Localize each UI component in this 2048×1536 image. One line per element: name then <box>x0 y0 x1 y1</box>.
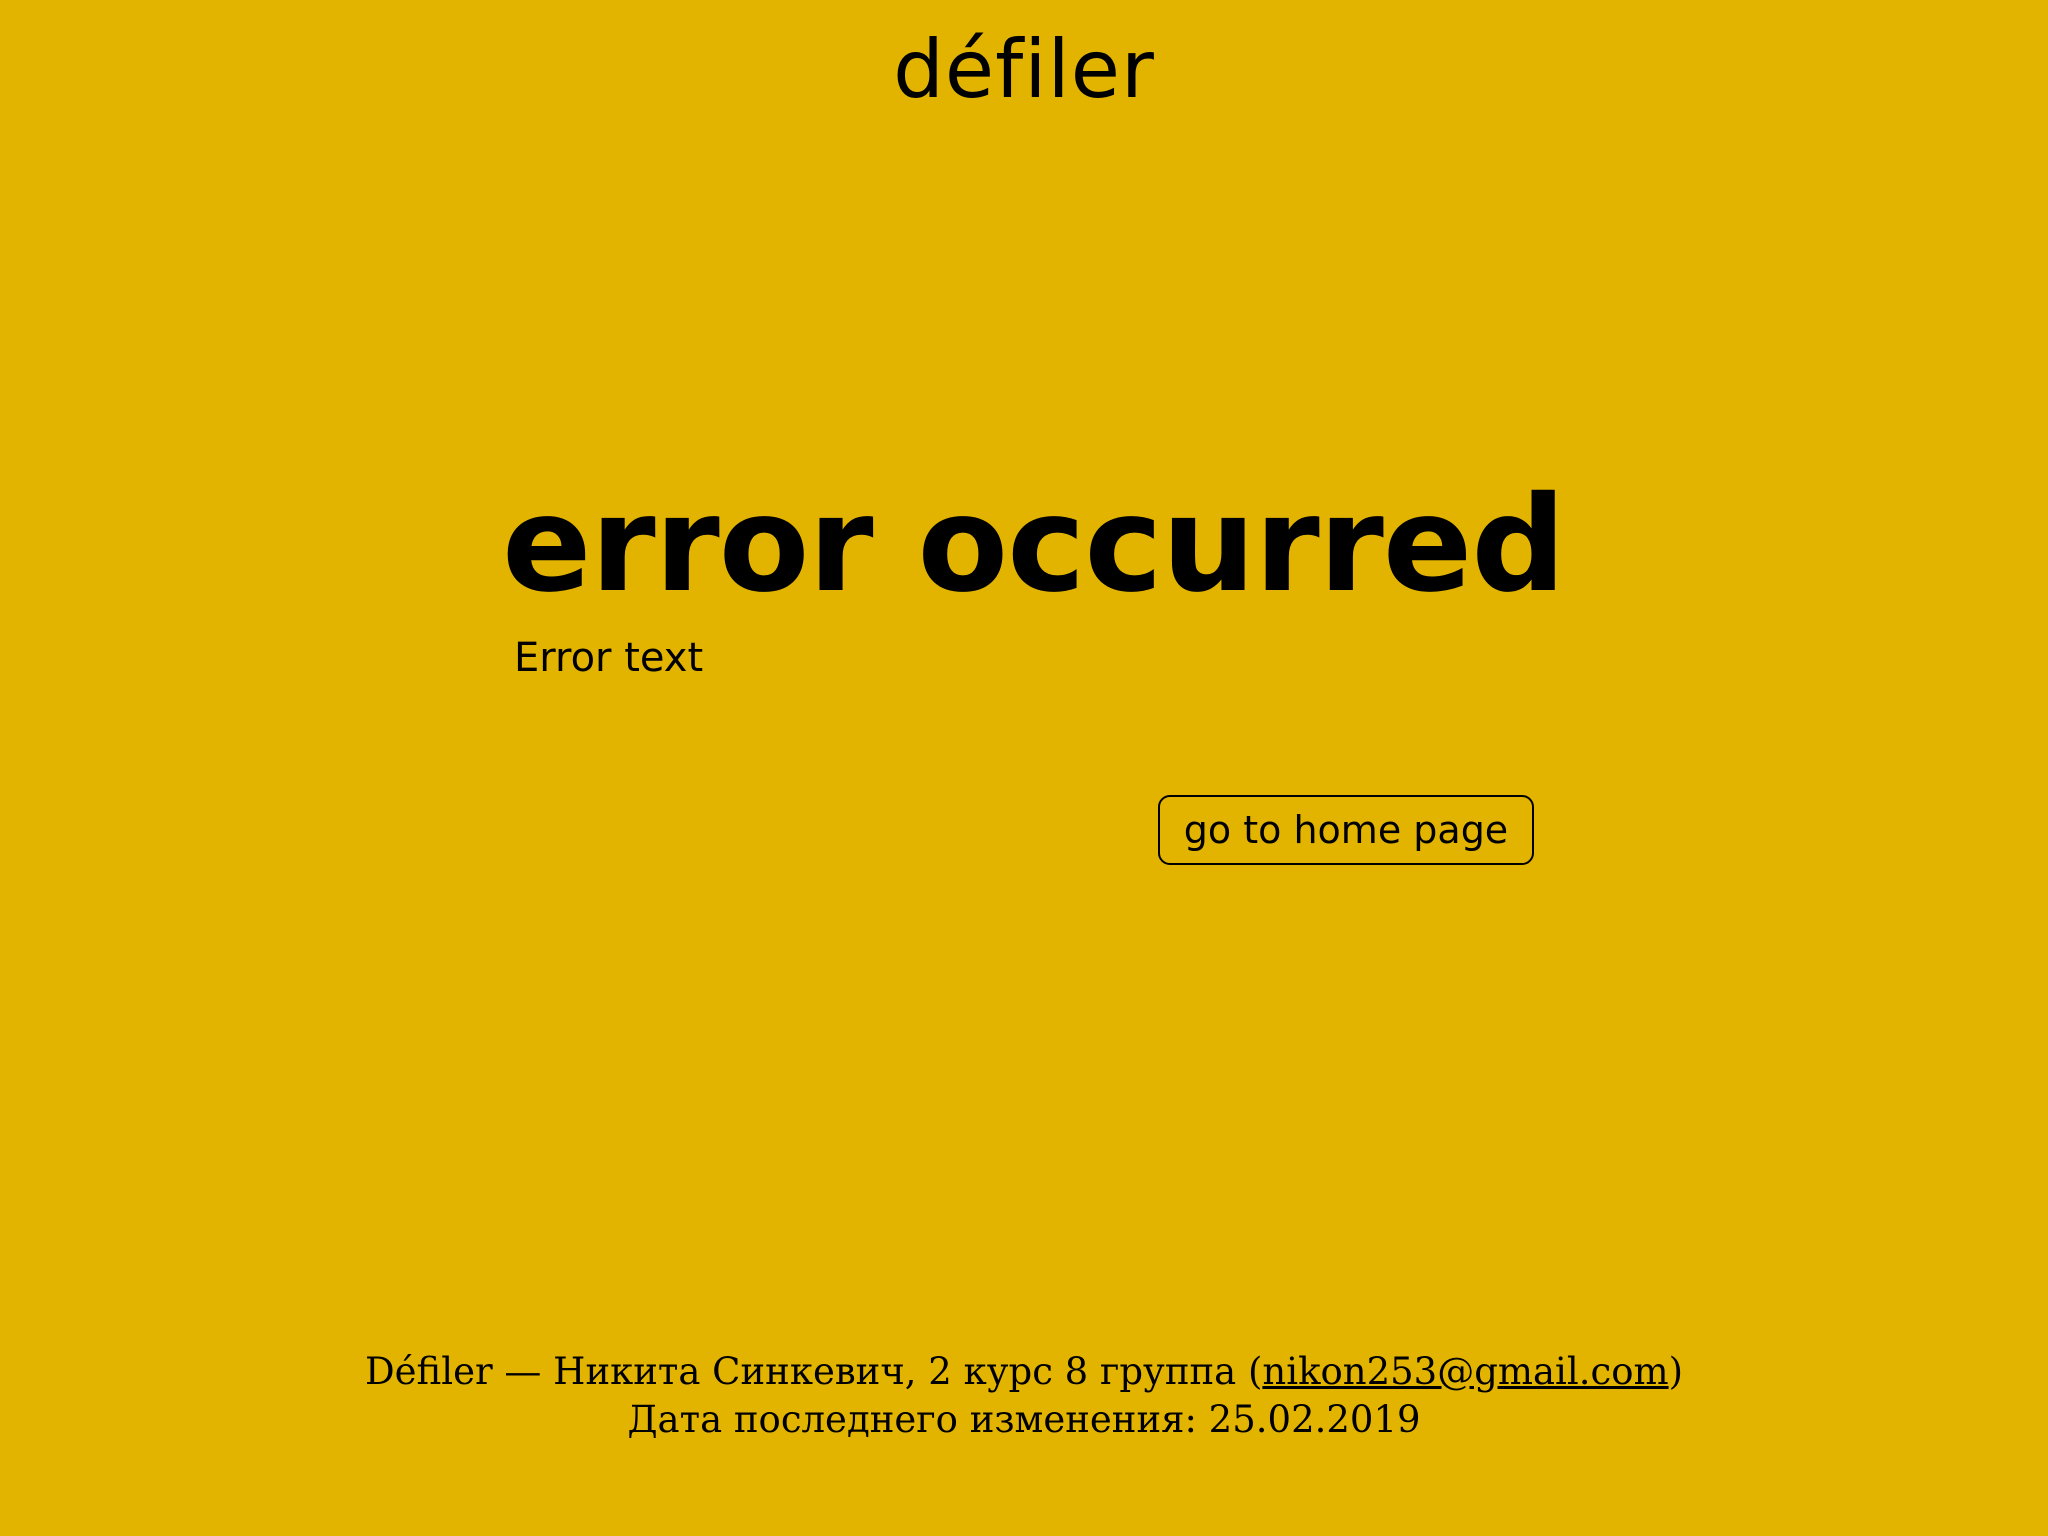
logo-link[interactable]: défiler <box>893 23 1155 116</box>
footer-last-modified: Дата последнего изменения: 25.02.2019 <box>627 1398 1421 1441</box>
footer-credits-prefix: Défiler — Никита Синкевич, 2 курс 8 груп… <box>365 1350 1263 1393</box>
logo: défiler <box>0 20 2048 120</box>
site-footer: Défiler — Никита Синкевич, 2 курс 8 груп… <box>0 1348 2048 1444</box>
error-title: error occurred <box>502 468 1566 622</box>
error-content: error occurred Error text <box>502 468 1566 686</box>
home-page-button[interactable]: go to home page <box>1158 795 1534 865</box>
footer-credits-suffix: ) <box>1668 1350 1683 1393</box>
error-message: Error text <box>514 635 704 681</box>
footer-email-link[interactable]: nikon253@gmail.com <box>1262 1350 1668 1393</box>
footer-credits: Défiler — Никита Синкевич, 2 курс 8 груп… <box>0 1348 2048 1396</box>
